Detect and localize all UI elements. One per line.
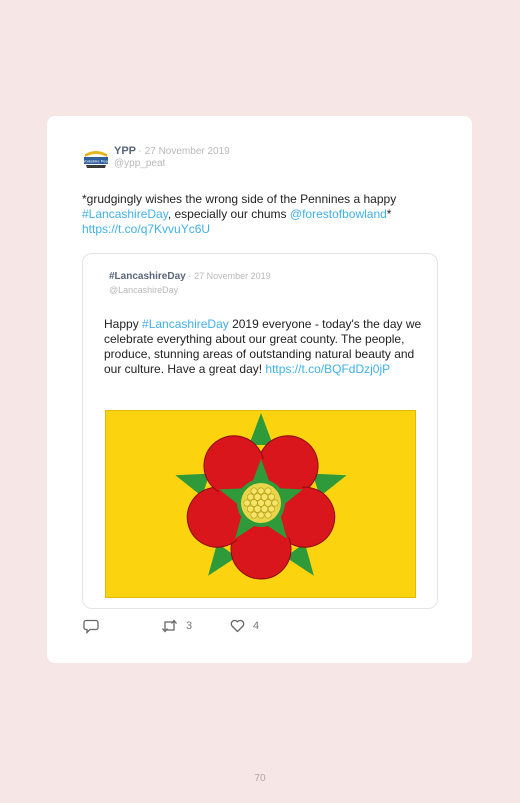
quoted-hashtag-link[interactable]: #LancashireDay [142, 317, 229, 331]
tweet-date[interactable]: 27 November 2019 [145, 146, 230, 157]
tweet-text-part-1: *grudgingly wishes the wrong side of the… [82, 192, 397, 206]
quoted-tweet[interactable]: #LancashireDay · 27 November 2019 @Lancash… [82, 253, 438, 609]
quoted-url-link[interactable]: https://t.co/BQFdDzj0jP [265, 362, 390, 376]
speech-bubble-icon [83, 619, 99, 634]
avatar-logo-text: Yorkshire Peat [83, 159, 110, 164]
reply-button[interactable] [83, 619, 99, 634]
lancashire-flag-image[interactable] [105, 410, 416, 598]
quoted-text-part-1: Happy [104, 317, 143, 331]
tweet-text: *grudgingly wishes the wrong side of the… [82, 192, 452, 237]
retweet-button[interactable]: 3 [161, 619, 192, 633]
tweet-card: Yorkshire Peat YPP · 27 November 2019 @ypp… [47, 116, 472, 663]
heart-icon [230, 619, 245, 633]
page-number: 70 [254, 773, 266, 784]
retweet-count: 3 [186, 620, 193, 632]
quoted-text: Happy #LancashireDay 2019 everyone - tod… [104, 317, 422, 377]
tweet-text-part-3: * [386, 207, 392, 221]
tweet-text-part-2: , especially our chums [167, 207, 290, 221]
author-handle[interactable]: @ypp_peat [114, 158, 165, 169]
mention-link[interactable]: @forestofbowland [290, 207, 387, 221]
quoted-date[interactable]: 27 November 2019 [194, 271, 271, 281]
tweet-url-link[interactable]: https://t.co/q7KvvuYc6U [82, 222, 210, 236]
author-name[interactable]: YPP [114, 145, 136, 157]
red-rose-icon [175, 413, 347, 580]
tweet-author: YPP · 27 November 2019 [114, 145, 230, 157]
yorkshire-peat-logo-icon: Yorkshire Peat [81, 145, 111, 175]
quoted-handle[interactable]: @LancashireDay [109, 285, 178, 295]
avatar[interactable]: Yorkshire Peat [81, 145, 111, 175]
separator-dot: · [138, 145, 142, 157]
quoted-separator-dot: · [187, 271, 192, 282]
quoted-author: #LancashireDay · 27 November 2019 [109, 271, 271, 282]
like-count: 4 [253, 620, 260, 632]
quoted-author-name[interactable]: #LancashireDay [109, 271, 186, 282]
hashtag-link[interactable]: #LancashireDay [82, 207, 168, 221]
tweet-actions: 3 4 [83, 619, 343, 637]
like-button[interactable]: 4 [230, 619, 259, 633]
retweet-icon [162, 619, 177, 633]
